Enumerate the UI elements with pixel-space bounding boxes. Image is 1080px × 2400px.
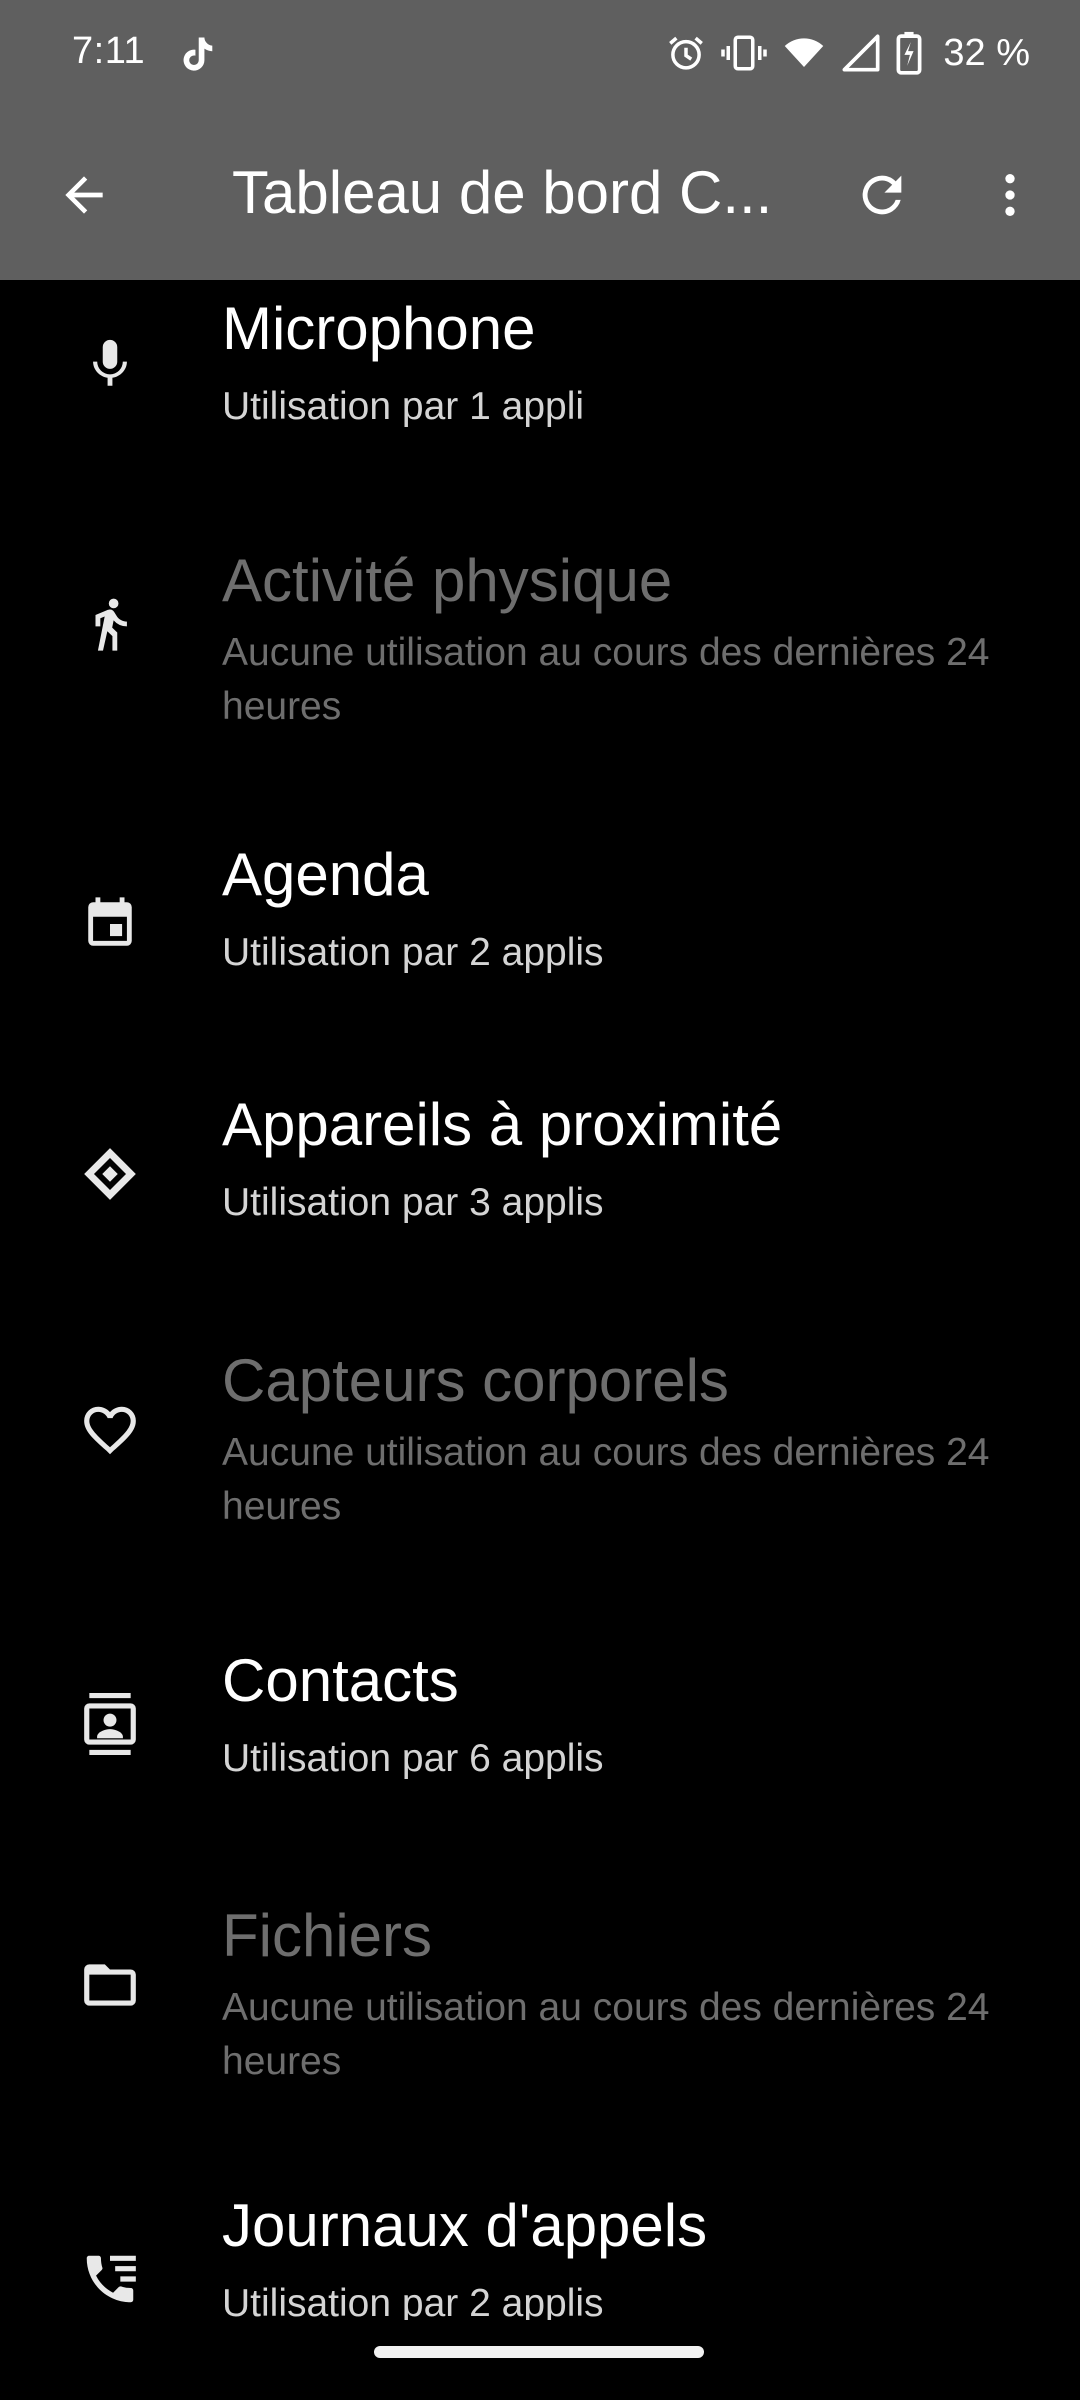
list-item-nearby-devices[interactable]: Appareils à proximité Utilisation par 3 … (0, 1070, 1080, 1310)
item-subtitle: Utilisation par 2 applis (222, 931, 604, 974)
item-title: Appareils à proximité (222, 1091, 783, 1158)
gesture-nav-handle[interactable] (374, 2346, 704, 2358)
item-subtitle: Utilisation par 6 applis (222, 1737, 604, 1780)
list-item-contacts[interactable]: Contacts Utilisation par 6 applis (0, 1620, 1080, 1860)
back-button[interactable] (44, 155, 124, 235)
signal-icon (841, 33, 881, 73)
status-bar: 7:11 32 % (0, 0, 1080, 110)
microphone-icon (74, 328, 146, 400)
page-title: Tableau de bord C... (232, 159, 773, 226)
running-person-icon (74, 588, 146, 660)
nearby-devices-icon (74, 1138, 146, 1210)
item-title: Contacts (222, 1647, 459, 1714)
item-subtitle: Utilisation par 3 applis (222, 1181, 604, 1224)
vibrate-icon (721, 32, 768, 74)
status-icons: 32 % (665, 30, 1030, 76)
calendar-icon (74, 888, 146, 960)
list-item-body-sensors[interactable]: Capteurs corporels Aucune utilisation au… (0, 1310, 1080, 1600)
item-subtitle: Aucune utilisation au cours des dernière… (222, 631, 990, 728)
list-item-call-logs[interactable]: Journaux d'appels Utilisation par 2 appl… (0, 2175, 1080, 2320)
heart-icon (74, 1394, 146, 1466)
list-item-microphone[interactable]: Microphone Utilisation par 1 appli (0, 280, 1080, 470)
tiktok-icon (176, 32, 220, 76)
item-title: Agenda (222, 841, 429, 908)
folder-icon (74, 1949, 146, 2021)
item-title: Capteurs corporels (222, 1347, 729, 1414)
alarm-icon (665, 32, 707, 74)
item-title: Activité physique (222, 547, 673, 614)
more-vert-icon (1005, 174, 1015, 216)
list-item-physical-activity[interactable]: Activité physique Aucune utilisation au … (0, 510, 1080, 790)
more-options-button[interactable] (970, 155, 1050, 235)
call-log-icon (74, 2243, 146, 2315)
status-time: 7:11 (72, 30, 146, 72)
item-subtitle: Aucune utilisation au cours des dernière… (222, 1431, 990, 1528)
item-title: Microphone (222, 295, 536, 362)
arrow-back-icon (65, 176, 103, 214)
contacts-icon (74, 1688, 146, 1760)
item-subtitle: Utilisation par 1 appli (222, 385, 585, 428)
list-item-calendar[interactable]: Agenda Utilisation par 2 applis (0, 820, 1080, 1060)
permission-list: Microphone Utilisation par 1 appli Activ… (0, 280, 1080, 2320)
item-subtitle: Utilisation par 2 applis (222, 2282, 604, 2320)
item-title: Journaux d'appels (222, 2192, 708, 2259)
screen: 7:11 32 % Tableau de bord C... Microphon… (0, 0, 1080, 2400)
refresh-button[interactable] (842, 155, 922, 235)
item-subtitle: Aucune utilisation au cours des dernière… (222, 1986, 990, 2083)
refresh-icon (862, 175, 902, 215)
item-title: Fichiers (222, 1902, 433, 1969)
battery-percent: 32 % (943, 31, 1030, 74)
battery-charging-icon (895, 31, 923, 75)
wifi-icon (781, 32, 827, 74)
app-bar: Tableau de bord C... (0, 110, 1080, 280)
list-item-files[interactable]: Fichiers Aucune utilisation au cours des… (0, 1865, 1080, 2155)
